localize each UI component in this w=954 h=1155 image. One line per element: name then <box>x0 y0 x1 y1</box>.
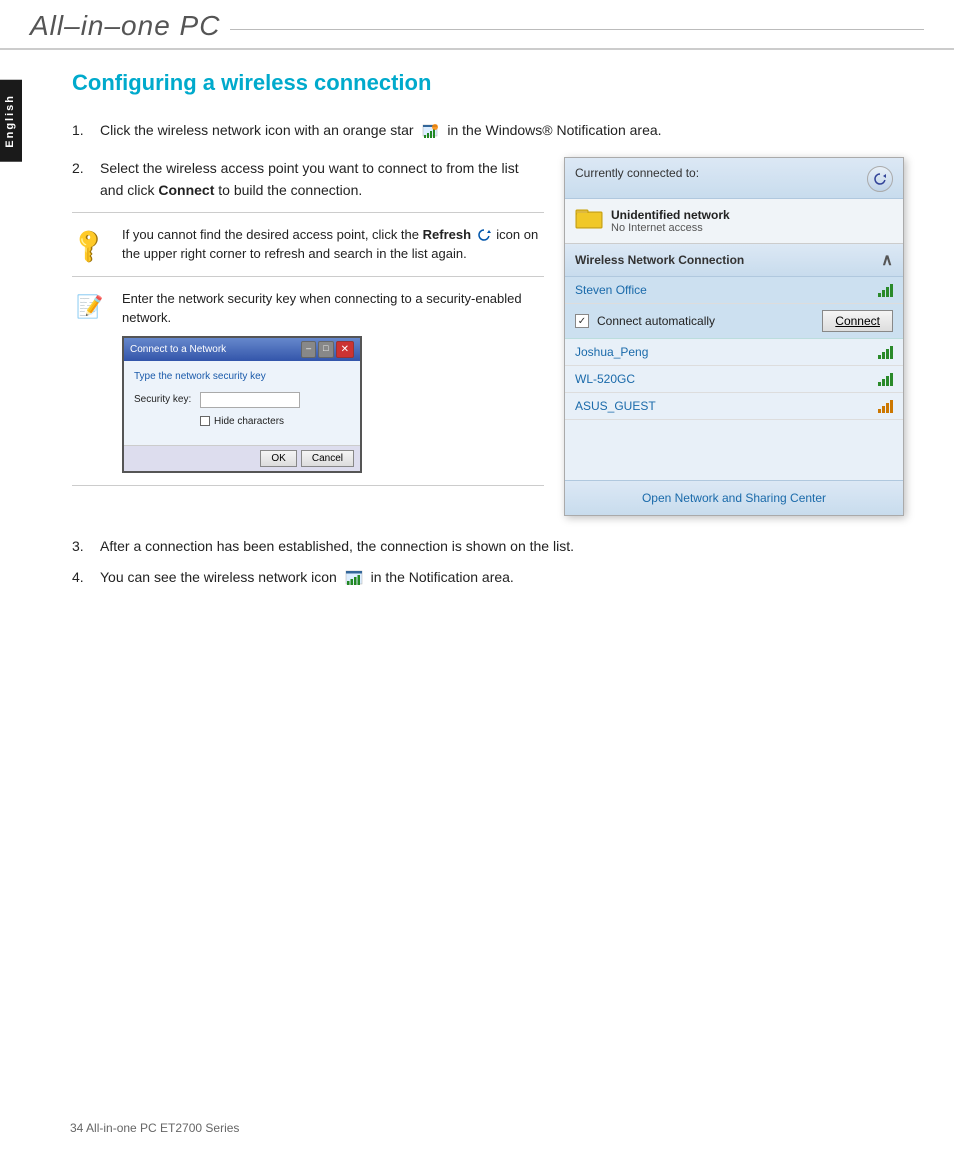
network-item-joshua[interactable]: Joshua_Peng <box>565 339 903 366</box>
np-footer-link[interactable]: Open Network and Sharing Center <box>642 491 826 505</box>
np-connect-button[interactable]: Connect <box>822 310 893 332</box>
np-unidentified-text: Unidentified network No Internet access <box>611 208 730 234</box>
header-bar: All–in–one PC <box>0 0 954 50</box>
tip-text: If you cannot find the desired access po… <box>122 225 544 264</box>
step-4-text: You can see the wireless network icon in… <box>100 567 904 588</box>
security-dialog: Connect to a Network – □ ✕ Type the netw… <box>122 336 362 473</box>
security-key-label: Security key: <box>134 392 194 407</box>
hide-characters-checkbox[interactable] <box>200 416 210 426</box>
np-unidentified-network: Unidentified network No Internet access <box>565 199 903 244</box>
dialog-maximize[interactable]: □ <box>318 341 333 358</box>
security-key-input[interactable] <box>200 392 300 408</box>
tip-note: 🔑 If you cannot find the desired access … <box>72 212 544 276</box>
step-3: 3. After a connection has been establish… <box>72 536 904 557</box>
step-4-number: 4. <box>72 567 100 588</box>
np-connect-row: ✓ Connect automatically Connect <box>565 304 903 339</box>
step-2-content: 2. Select the wireless access point you … <box>72 157 544 516</box>
language-tab: English <box>0 80 22 162</box>
step-2-number: 2. <box>72 157 100 202</box>
network-panel: Currently connected to: <box>564 157 904 516</box>
dialog-buttons: OK Cancel <box>124 445 360 471</box>
step-3-text: After a connection has been established,… <box>100 536 904 557</box>
pencil-note-icon: 📝 <box>72 289 108 325</box>
signal-bars-wl520gc <box>878 372 893 386</box>
connect-auto-label: Connect automatically <box>597 314 814 328</box>
np-refresh-button[interactable] <box>867 166 893 192</box>
notes-section: 🔑 If you cannot find the desired access … <box>72 212 544 486</box>
np-chevron-icon: ∧ <box>881 250 893 270</box>
signal-bars-asus-guest <box>878 399 893 413</box>
dialog-minimize[interactable]: – <box>301 341 316 358</box>
hide-characters-row: Hide characters <box>200 414 350 429</box>
np-section-header: Wireless Network Connection ∧ <box>565 244 903 277</box>
dialog-prompt: Type the network security key <box>134 369 350 384</box>
dialog-body: Type the network security key Security k… <box>124 361 360 445</box>
security-note: 📝 Enter the network security key when co… <box>72 276 544 486</box>
connect-auto-checkbox[interactable]: ✓ <box>575 314 589 328</box>
network-item-asus-guest[interactable]: ASUS_GUEST <box>565 393 903 420</box>
page-footer: 34 All-in-one PC ET2700 Series <box>70 1121 239 1135</box>
dialog-titlebar: Connect to a Network – □ ✕ <box>124 338 360 361</box>
step-1: 1. Click the wireless network icon with … <box>72 120 904 141</box>
tip-icon: 🔑 <box>72 225 108 261</box>
step-1-text: Click the wireless network icon with an … <box>100 120 904 141</box>
main-content: Configuring a wireless connection 1. Cli… <box>22 50 954 638</box>
np-header: Currently connected to: <box>565 158 903 199</box>
step-1-number: 1. <box>72 120 100 141</box>
step-3-number: 3. <box>72 536 100 557</box>
wifi-star-icon <box>421 123 439 139</box>
network-folder-icon <box>575 207 603 235</box>
np-header-title: Currently connected to: <box>575 166 699 180</box>
security-key-row: Security key: <box>134 392 350 408</box>
step-4: 4. You can see the wireless network icon… <box>72 567 904 588</box>
key-icon: 🔑 <box>66 222 114 270</box>
security-note-text: Enter the network security key when conn… <box>122 289 544 473</box>
page-title: Configuring a wireless connection <box>72 70 904 96</box>
np-spacer <box>565 420 903 480</box>
header-title: All–in–one PC <box>30 10 220 42</box>
np-footer: Open Network and Sharing Center <box>565 480 903 515</box>
header-line <box>230 29 924 30</box>
signal-bars-joshua <box>878 345 893 359</box>
hide-characters-label: Hide characters <box>214 414 284 429</box>
dialog-ok-button[interactable]: OK <box>260 450 296 467</box>
signal-bars-steven <box>878 283 893 297</box>
step-2-text: Select the wireless access point you wan… <box>100 157 544 202</box>
step-2-row: 2. Select the wireless access point you … <box>72 157 904 516</box>
dialog-cancel-button[interactable]: Cancel <box>301 450 354 467</box>
network-item-steven-office[interactable]: Steven Office <box>565 277 903 304</box>
wifi-icon-inline <box>345 570 363 586</box>
network-item-wl520gc[interactable]: WL-520GC <box>565 366 903 393</box>
dialog-close-button[interactable]: ✕ <box>336 341 354 358</box>
refresh-icon-inline <box>477 228 491 242</box>
